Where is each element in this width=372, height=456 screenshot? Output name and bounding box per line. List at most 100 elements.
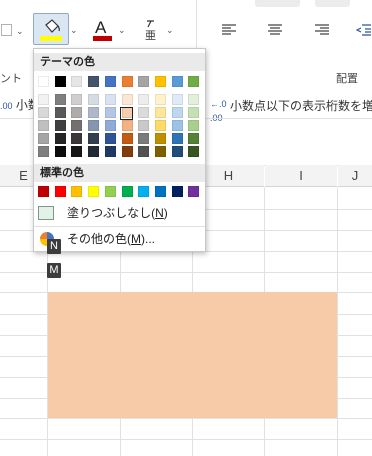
theme-shade-swatch[interactable] <box>154 133 166 144</box>
decrease-decimal-button[interactable]: ←.0.00 <box>210 96 227 124</box>
align-center-button[interactable] <box>264 14 286 46</box>
theme-shade-swatch[interactable] <box>88 120 100 131</box>
theme-shade-swatch[interactable] <box>171 120 183 131</box>
theme-shade-swatch[interactable] <box>104 146 116 157</box>
theme-color-swatch[interactable] <box>171 76 183 87</box>
fill-color-dropdown-chevron-icon[interactable]: ⌄ <box>70 25 78 36</box>
fill-color-swatch <box>40 36 62 41</box>
theme-shade-swatch[interactable] <box>54 146 66 157</box>
theme-shade-swatch[interactable] <box>188 94 200 105</box>
no-fill-menu-item[interactable]: 塗りつぶしなし(N) <box>34 202 205 224</box>
standard-color-swatch[interactable] <box>188 186 200 197</box>
theme-shade-swatch[interactable] <box>171 146 183 157</box>
selected-cell-range[interactable] <box>48 292 337 418</box>
font-color-dropdown-chevron-icon[interactable]: ⌄ <box>118 25 126 36</box>
theme-shade-swatch[interactable] <box>54 120 66 131</box>
theme-shade-swatch[interactable] <box>188 146 200 157</box>
standard-color-swatch[interactable] <box>38 186 49 197</box>
standard-color-swatch[interactable] <box>104 186 116 197</box>
standard-color-swatch[interactable] <box>88 186 100 197</box>
theme-color-swatch[interactable] <box>71 76 83 87</box>
align-right-button[interactable] <box>311 14 333 46</box>
standard-color-swatch[interactable] <box>71 186 83 197</box>
theme-shade-swatch[interactable] <box>171 133 183 144</box>
font-group-label: ント <box>0 73 22 85</box>
borders-icon <box>1 24 12 36</box>
theme-shade-swatch[interactable] <box>104 133 116 144</box>
theme-color-swatch[interactable] <box>54 76 66 87</box>
fill-color-button[interactable] <box>33 13 69 45</box>
borders-button[interactable] <box>0 14 14 46</box>
theme-shade-swatch[interactable] <box>38 146 49 157</box>
theme-shade-swatch[interactable] <box>154 146 166 157</box>
theme-shade-swatch[interactable] <box>71 107 83 118</box>
standard-color-swatch[interactable] <box>154 186 166 197</box>
theme-shade-swatch[interactable] <box>138 107 150 118</box>
theme-colors-title: テーマの色 <box>34 53 205 71</box>
ribbon-tab-stub[interactable] <box>255 0 300 7</box>
gridline-horizontal <box>0 418 372 419</box>
theme-shade-swatch[interactable] <box>154 107 166 118</box>
theme-shade-swatch[interactable] <box>38 94 49 105</box>
theme-shade-swatch[interactable] <box>38 107 49 118</box>
menu-divider <box>34 226 205 227</box>
theme-shade-swatch[interactable] <box>54 107 66 118</box>
theme-color-swatch[interactable] <box>88 76 100 87</box>
font-color-icon: A <box>93 18 112 41</box>
standard-color-swatch[interactable] <box>171 186 183 197</box>
column-header-j[interactable]: J <box>338 165 372 187</box>
theme-shade-swatch[interactable] <box>121 94 133 105</box>
standard-color-swatch[interactable] <box>138 186 150 197</box>
theme-shade-swatch[interactable] <box>138 120 150 131</box>
theme-shade-swatch[interactable] <box>71 133 83 144</box>
theme-shade-swatch[interactable] <box>104 94 116 105</box>
standard-color-swatch[interactable] <box>54 186 66 197</box>
theme-shade-swatch[interactable] <box>188 133 200 144</box>
theme-shade-swatch[interactable] <box>38 120 49 131</box>
theme-shade-swatch[interactable] <box>88 94 100 105</box>
standard-color-swatch[interactable] <box>121 186 133 197</box>
decrease-indent-icon <box>355 24 371 36</box>
theme-shade-swatch[interactable] <box>188 120 200 131</box>
theme-shade-swatch[interactable] <box>104 107 116 118</box>
column-header-i[interactable]: I <box>265 165 337 187</box>
decrease-indent-button[interactable] <box>355 14 372 46</box>
keytip-m: M <box>47 263 61 278</box>
theme-shade-swatch[interactable] <box>88 146 100 157</box>
more-colors-label: その他の色( <box>67 232 131 246</box>
theme-shade-swatch[interactable] <box>54 94 66 105</box>
theme-color-swatch[interactable] <box>154 76 166 87</box>
phonetic-guide-button[interactable]: 亜 <box>140 14 164 46</box>
theme-shade-swatch[interactable] <box>88 133 100 144</box>
phonetic-guide-dropdown-chevron-icon[interactable]: ⌄ <box>166 25 174 36</box>
theme-shade-swatch[interactable] <box>121 133 133 144</box>
theme-shade-swatch[interactable] <box>138 94 150 105</box>
font-color-button[interactable]: A <box>90 14 114 46</box>
theme-color-swatch[interactable] <box>138 76 150 87</box>
theme-shade-swatch[interactable] <box>88 107 100 118</box>
theme-shade-swatch[interactable] <box>71 94 83 105</box>
theme-shade-swatch[interactable] <box>138 133 150 144</box>
theme-shade-swatch[interactable] <box>54 133 66 144</box>
theme-shade-swatch[interactable] <box>138 146 150 157</box>
align-left-button[interactable] <box>218 14 240 46</box>
theme-shade-swatch[interactable] <box>104 120 116 131</box>
theme-color-swatch[interactable] <box>104 76 116 87</box>
theme-color-swatch[interactable] <box>188 76 200 87</box>
no-fill-label-close: ) <box>163 206 168 220</box>
theme-shade-swatch[interactable] <box>71 146 83 157</box>
theme-shade-swatch[interactable] <box>171 107 183 118</box>
theme-shade-swatch[interactable] <box>154 120 166 131</box>
theme-shade-swatch[interactable] <box>71 120 83 131</box>
theme-color-swatch[interactable] <box>121 76 133 87</box>
theme-shade-swatch[interactable] <box>121 146 133 157</box>
theme-color-swatch[interactable] <box>38 76 49 87</box>
svg-text:A: A <box>95 18 107 37</box>
theme-shade-swatch[interactable] <box>121 120 133 131</box>
theme-shade-swatch[interactable] <box>171 94 183 105</box>
borders-dropdown-chevron-icon[interactable]: ⌄ <box>16 26 24 37</box>
theme-shade-swatch[interactable] <box>38 133 49 144</box>
ribbon-tab-stub-2[interactable] <box>315 0 350 7</box>
theme-shade-swatch[interactable] <box>154 94 166 105</box>
theme-shade-swatch[interactable] <box>188 107 200 118</box>
